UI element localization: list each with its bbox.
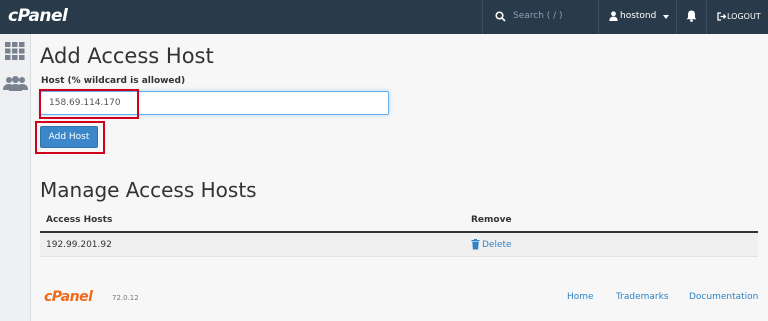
- logout-label: LOGOUT: [727, 12, 761, 21]
- logout-button[interactable]: LOGOUT: [706, 0, 768, 34]
- section-title: Manage Access Hosts: [40, 178, 257, 202]
- notifications-button[interactable]: [676, 0, 706, 34]
- column-header-access-hosts: Access Hosts: [46, 215, 113, 225]
- bell-icon: [686, 10, 697, 22]
- sidebar: [0, 34, 31, 321]
- access-hosts-table: Access Hosts Remove 192.99.201.92 Delete: [40, 210, 758, 257]
- user-icon: [609, 11, 618, 21]
- footer-cpanel-logo: cPanel: [44, 289, 93, 305]
- grid-icon[interactable]: [5, 42, 25, 60]
- host-cell: 192.99.201.92: [46, 240, 112, 250]
- chevron-down-icon: [663, 15, 669, 19]
- footer-link-home[interactable]: Home: [567, 292, 594, 302]
- version-number: 72.0.12: [112, 294, 139, 302]
- page-title: Add Access Host: [40, 44, 214, 68]
- column-header-remove: Remove: [471, 215, 512, 225]
- trash-icon: [471, 239, 480, 250]
- host-field-label: Host (% wildcard is allowed): [41, 76, 186, 86]
- table-row: 192.99.201.92 Delete: [40, 233, 758, 257]
- footer-link-trademarks[interactable]: Trademarks: [616, 292, 669, 302]
- username: hostond: [620, 11, 657, 21]
- cpanel-logo[interactable]: cPanel: [8, 6, 68, 26]
- button-highlight-box: [35, 121, 105, 154]
- delete-label: Delete: [482, 240, 512, 250]
- search-box[interactable]: Search ( / ): [482, 0, 597, 34]
- top-navbar: cPanel Search ( / ) hostond LOGOUT: [0, 0, 768, 34]
- search-placeholder: Search ( / ): [513, 11, 563, 21]
- user-menu[interactable]: hostond: [598, 0, 676, 34]
- search-icon: [495, 11, 506, 22]
- input-highlight-box: [39, 89, 139, 119]
- table-header: Access Hosts Remove: [40, 210, 758, 233]
- logout-icon: [717, 12, 726, 21]
- footer-link-documentation[interactable]: Documentation: [689, 292, 758, 302]
- users-icon[interactable]: [3, 76, 28, 91]
